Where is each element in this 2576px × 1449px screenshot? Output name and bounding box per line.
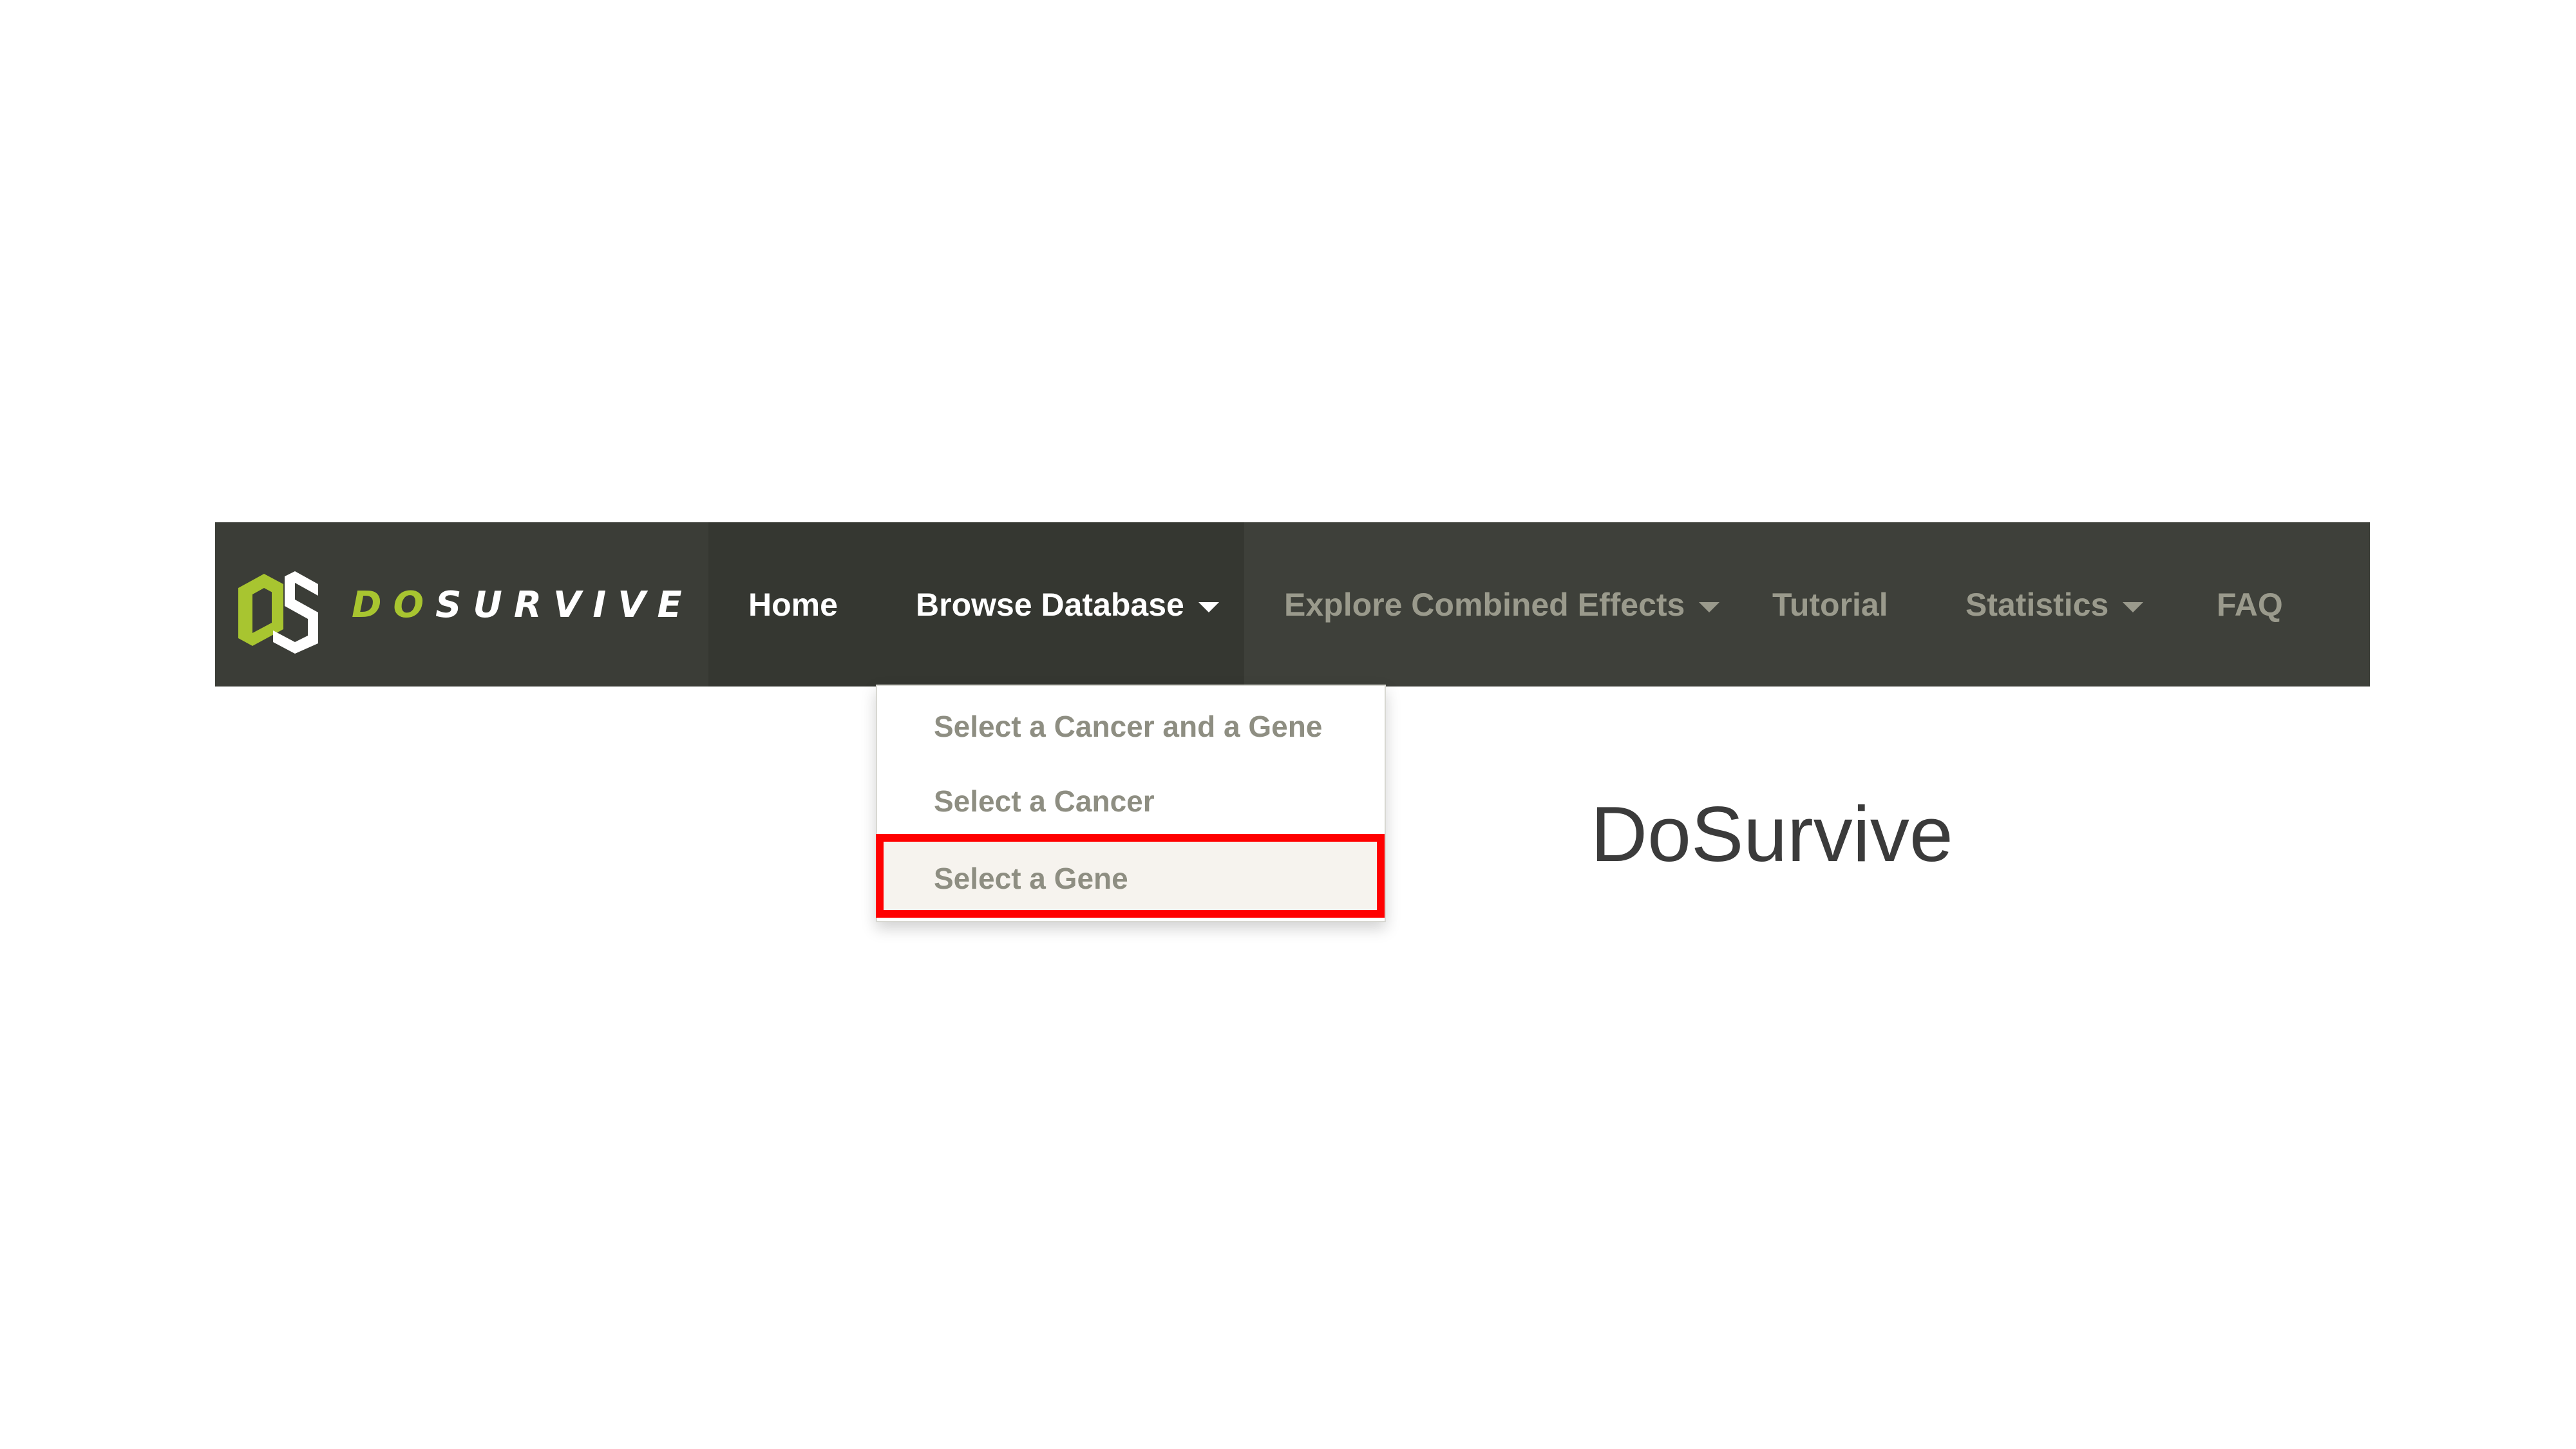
chevron-down-icon: [1198, 601, 1219, 612]
nav-browse-database-overlay-label: Browse Database: [916, 586, 1184, 623]
nav-home-overlay-label: Home: [748, 586, 838, 623]
browse-database-dropdown: Select a Cancer and a Gene Select a Canc…: [876, 685, 1386, 922]
dropdown-item-label: Select a Cancer and a Gene: [934, 710, 1323, 743]
page: DOSURVIVE Home Browse Database Explore C…: [0, 0, 2576, 1449]
dropdown-item-gene[interactable]: Select a Gene: [877, 840, 1385, 916]
dropdown-item-cancer-and-gene[interactable]: Select a Cancer and a Gene: [877, 688, 1385, 764]
nav-browse-database-overlay[interactable]: Browse Database: [916, 522, 1219, 687]
dropdown-item-label: Select a Gene: [934, 862, 1128, 895]
dropdown-item-label: Select a Cancer: [934, 784, 1155, 818]
nav-home-overlay[interactable]: Home: [748, 522, 838, 687]
page-title: DoSurvive: [1591, 790, 1953, 878]
nav-items-layer: Home Browse Database: [215, 522, 2370, 687]
dropdown-item-cancer[interactable]: Select a Cancer: [877, 763, 1385, 839]
